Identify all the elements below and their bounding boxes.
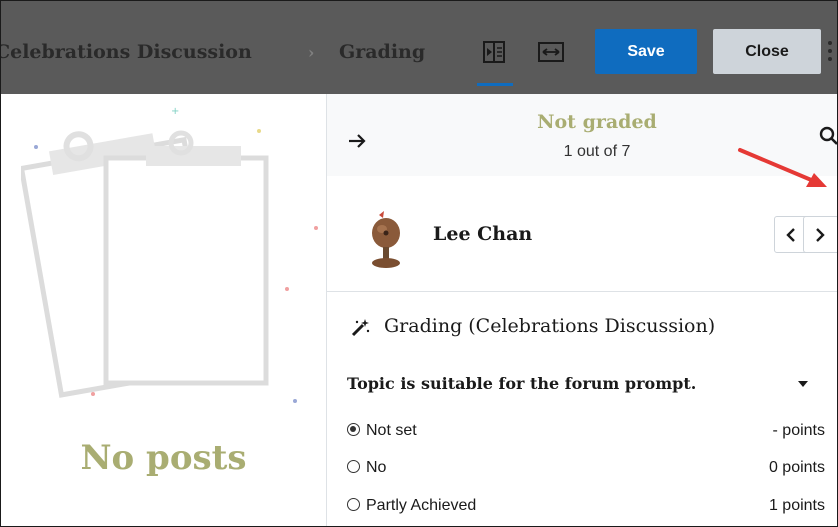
criterion-title: Topic is suitable for the forum prompt. [347,374,697,393]
option-label: No [366,459,387,476]
option-label: Partly Achieved [366,497,477,514]
svg-text:+: + [171,106,179,117]
option-points: - points [772,422,825,439]
option-label: Not set [366,422,417,439]
chevron-left-icon [786,228,795,242]
caret-down-icon[interactable] [797,380,809,388]
radio-selected[interactable] [347,423,360,436]
magic-wand-icon [351,319,370,337]
chevron-right-icon [816,228,825,242]
breadcrumb-discussion[interactable]: Celebrations Discussion [1,41,252,63]
header-bar: Celebrations Discussion › Grading Save C… [1,1,837,94]
criterion-option[interactable]: Partly Achieved [347,497,476,515]
more-options-icon[interactable] [828,41,836,65]
close-button[interactable]: Close [713,29,821,74]
grading-section-title: Grading (Celebrations Discussion) [384,315,716,337]
user-avatar [372,211,400,268]
empty-state-message: No posts [80,438,247,478]
next-user-button[interactable] [803,216,837,253]
grading-window: Celebrations Discussion › Grading Save C… [0,0,838,527]
grading-status-title: Not graded [537,111,657,133]
criterion-option[interactable]: No [347,459,386,477]
search-icon[interactable] [819,125,838,147]
breadcrumb-grading: Grading [339,41,426,63]
grading-status-count: 1 out of 7 [563,143,631,160]
user-name: Lee Chan [433,223,533,245]
grading-status-bar [327,94,837,176]
option-points: 1 points [768,497,825,514]
save-button[interactable]: Save [595,29,697,74]
section-divider [327,291,837,292]
breadcrumb-separator: › [308,43,315,62]
collapse-panel-icon[interactable] [479,38,509,66]
radio-unselected[interactable] [347,460,360,473]
expand-width-icon[interactable] [536,38,566,66]
criterion-option[interactable]: Not set [347,422,417,440]
empty-clipboard-illustration: + [21,106,318,403]
option-points: 0 points [768,459,825,476]
radio-unselected[interactable] [347,498,360,511]
active-view-indicator [477,83,513,86]
